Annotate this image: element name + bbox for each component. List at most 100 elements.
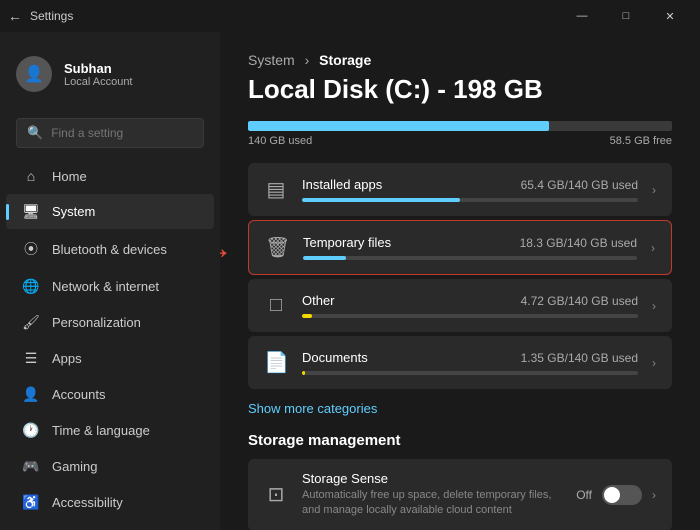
storage-item-bar-fill-documents [302, 371, 305, 375]
profile-sub: Local Account [64, 76, 133, 88]
storage-item-size-other: 4.72 GB/140 GB used [521, 294, 638, 308]
sidebar: 👤 Subhan Local Account 🔍 ⌂ Home 🖥 System… [0, 32, 220, 530]
storage-item-icon-other: □ [264, 294, 288, 317]
nav-label-accounts: Accounts [52, 387, 105, 402]
storage-item-bar-other [302, 314, 638, 318]
storage-item-documents[interactable]: 📄 Documents 1.35 GB/140 GB used › [248, 336, 672, 389]
nav-label-time: Time & language [52, 423, 150, 438]
minimize-button[interactable]: — [560, 0, 604, 32]
nav-icon-apps: ☰ [22, 350, 40, 367]
sidebar-item-system[interactable]: 🖥 System [6, 194, 214, 229]
sidebar-item-personalization[interactable]: 🖌 Personalization [6, 305, 214, 340]
nav-icon-time: 🕐 [22, 422, 40, 439]
maximize-button[interactable]: □ [604, 0, 648, 32]
window-controls: — □ ✕ [560, 0, 692, 32]
nav-label-personalization: Personalization [52, 315, 141, 330]
sidebar-item-home[interactable]: ⌂ Home [6, 159, 214, 193]
nav-label-gaming: Gaming [52, 459, 98, 474]
storage-sense-toggle-label: Off [576, 488, 592, 502]
storage-item-icon-documents: 📄 [264, 350, 288, 375]
nav-icon-personalization: 🖌 [22, 314, 40, 331]
storage-used-label: 140 GB used [248, 135, 312, 147]
nav-label-accessibility: Accessibility [52, 495, 123, 510]
storage-sense-desc: Automatically free up space, delete temp… [302, 488, 562, 519]
storage-item-body-temporary-files: Temporary files 18.3 GB/140 GB used [303, 235, 637, 260]
storage-item-chevron-temporary-files: › [651, 241, 655, 255]
storage-item-other[interactable]: □ Other 4.72 GB/140 GB used › [248, 279, 672, 332]
storage-item-name-temporary-files: Temporary files [303, 235, 391, 250]
storage-item-chevron-installed-apps: › [652, 183, 656, 197]
breadcrumb: System › Storage [248, 52, 672, 68]
storage-item-size-installed-apps: 65.4 GB/140 GB used [521, 178, 638, 192]
storage-sense-toggle[interactable] [602, 485, 642, 505]
storage-item-bar-fill-temporary-files [303, 256, 346, 260]
storage-sense-icon: ⊡ [264, 482, 288, 507]
storage-item-chevron-documents: › [652, 356, 656, 370]
breadcrumb-parent: System [248, 52, 295, 68]
storage-item-chevron-other: › [652, 299, 656, 313]
nav-icon-system: 🖥 [22, 203, 40, 220]
storage-item-icon-installed-apps: ▤ [264, 177, 288, 202]
sidebar-item-apps[interactable]: ☰ Apps [6, 341, 214, 376]
app-container: 👤 Subhan Local Account 🔍 ⌂ Home 🖥 System… [0, 32, 700, 530]
storage-sense-item[interactable]: ⊡ Storage Sense Automatically free up sp… [248, 459, 672, 530]
main-content: System › Storage Local Disk (C:) - 198 G… [220, 32, 700, 530]
nav-icon-home: ⌂ [22, 168, 40, 184]
nav-label-network: Network & internet [52, 279, 159, 294]
profile[interactable]: 👤 Subhan Local Account [16, 48, 204, 100]
storage-free-label: 58.5 GB free [610, 135, 672, 147]
nav-label-home: Home [52, 169, 87, 184]
storage-item-size-documents: 1.35 GB/140 GB used [521, 351, 638, 365]
storage-item-size-temporary-files: 18.3 GB/140 GB used [520, 236, 637, 250]
storage-item-body-installed-apps: Installed apps 65.4 GB/140 GB used [302, 177, 638, 202]
breadcrumb-sep: › [305, 52, 310, 68]
storage-item-bar-documents [302, 371, 638, 375]
storage-bar-fill [248, 121, 549, 131]
storage-bar-labels: 140 GB used 58.5 GB free [248, 135, 672, 147]
nav-label-apps: Apps [52, 351, 82, 366]
search-box[interactable]: 🔍 [16, 118, 204, 148]
sidebar-item-accessibility[interactable]: ♿ Accessibility [6, 485, 214, 520]
storage-item-header-documents: Documents 1.35 GB/140 GB used [302, 350, 638, 365]
storage-sense-body: Storage Sense Automatically free up spac… [302, 471, 562, 519]
sidebar-item-time[interactable]: 🕐 Time & language [6, 413, 214, 448]
storage-item-installed-apps[interactable]: ▤ Installed apps 65.4 GB/140 GB used › [248, 163, 672, 216]
storage-item-name-documents: Documents [302, 350, 368, 365]
nav-icon-network: 🌐 [22, 278, 40, 295]
storage-sense-name: Storage Sense [302, 471, 562, 486]
storage-item-temporary-files[interactable]: 🗑 Temporary files 18.3 GB/140 GB used › … [248, 220, 672, 275]
close-button[interactable]: ✕ [648, 0, 692, 32]
storage-item-name-other: Other [302, 293, 335, 308]
management-section-title: Storage management [248, 432, 672, 449]
back-button[interactable]: ← [8, 8, 22, 24]
storage-item-bar-fill-installed-apps [302, 198, 460, 202]
search-icon: 🔍 [27, 125, 43, 141]
nav-icon-accounts: 👤 [22, 386, 40, 403]
storage-items-list: ▤ Installed apps 65.4 GB/140 GB used › 🗑… [248, 163, 672, 389]
profile-name: Subhan [64, 61, 133, 76]
storage-item-bar-installed-apps [302, 198, 638, 202]
sidebar-item-network[interactable]: 🌐 Network & internet [6, 269, 214, 304]
storage-sense-right: Off › [576, 485, 656, 505]
sidebar-item-accounts[interactable]: 👤 Accounts [6, 377, 214, 412]
sidebar-header: 👤 Subhan Local Account [0, 32, 220, 108]
avatar: 👤 [16, 56, 52, 92]
storage-item-bar-fill-other [302, 314, 312, 318]
sidebar-item-privacy[interactable]: 🔒 Privacy & security [6, 521, 214, 530]
storage-item-header-installed-apps: Installed apps 65.4 GB/140 GB used [302, 177, 638, 192]
page-title: Local Disk (C:) - 198 GB [248, 74, 672, 105]
storage-bar-section: 140 GB used 58.5 GB free [248, 121, 672, 147]
sidebar-item-bluetooth[interactable]: ⦿ Bluetooth & devices [6, 230, 214, 268]
show-more-link[interactable]: Show more categories [248, 401, 377, 416]
nav-label-bluetooth: Bluetooth & devices [52, 242, 167, 257]
toggle-knob [604, 487, 620, 503]
nav-label-system: System [52, 204, 95, 219]
profile-info: Subhan Local Account [64, 61, 133, 88]
search-input[interactable] [51, 126, 193, 140]
sidebar-item-gaming[interactable]: 🎮 Gaming [6, 449, 214, 484]
storage-bar-track [248, 121, 672, 131]
storage-item-icon-temporary-files: 🗑 [265, 235, 289, 260]
storage-item-body-documents: Documents 1.35 GB/140 GB used [302, 350, 638, 375]
storage-item-name-installed-apps: Installed apps [302, 177, 382, 192]
storage-item-header-other: Other 4.72 GB/140 GB used [302, 293, 638, 308]
